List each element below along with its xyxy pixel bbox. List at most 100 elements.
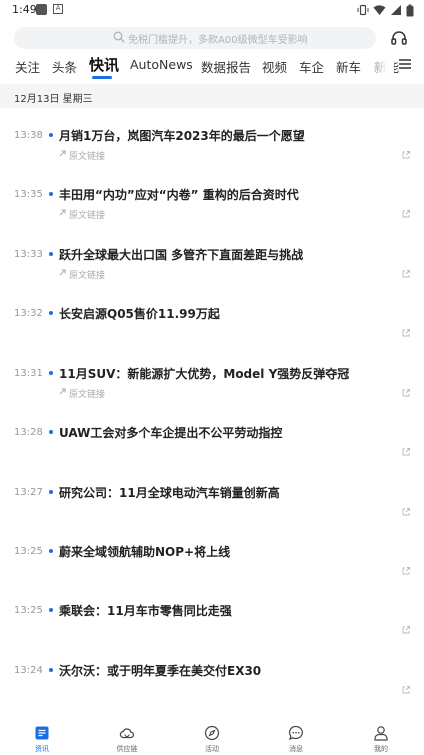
source-link[interactable]: 原文链接 bbox=[69, 149, 105, 162]
nav-label: 供应链 bbox=[116, 745, 138, 753]
system-icons bbox=[357, 3, 414, 17]
wifi-icon bbox=[373, 5, 386, 16]
news-item[interactable]: 13:25 蔚来全域领航辅助NOP+将上线 bbox=[0, 541, 424, 600]
notification-icon bbox=[36, 4, 47, 15]
nav-news[interactable]: 资讯 bbox=[12, 724, 72, 755]
search-placeholder: 免税门槛提升，多款A00级微型车受影响 bbox=[128, 35, 308, 46]
share-icon[interactable] bbox=[402, 329, 410, 337]
signal-icon bbox=[391, 5, 401, 15]
news-time: 13:25 bbox=[14, 546, 43, 557]
link-icon bbox=[59, 150, 66, 157]
nav-label: 我的 bbox=[374, 745, 388, 753]
tab-follow[interactable]: 关注 bbox=[15, 57, 40, 76]
status-time: 1:49 bbox=[12, 3, 37, 16]
news-item[interactable]: 13:27 研究公司：11月全球电动汽车销量创新高 bbox=[0, 482, 424, 541]
share-icon[interactable] bbox=[402, 448, 410, 456]
tab-data-report[interactable]: 数据报告 bbox=[201, 57, 251, 76]
cloud-icon bbox=[119, 728, 135, 739]
news-title[interactable]: 丰田用“内功”应对“内卷” 重构的后合资时代 bbox=[59, 186, 299, 203]
timeline-dot bbox=[49, 490, 53, 494]
active-tab-indicator bbox=[92, 76, 112, 79]
headset-icon[interactable] bbox=[390, 29, 408, 47]
news-time: 13:28 bbox=[14, 427, 43, 438]
news-title[interactable]: 研究公司：11月全球电动汽车销量创新高 bbox=[59, 484, 280, 501]
nav-label: 活动 bbox=[205, 745, 219, 753]
battery-icon bbox=[406, 4, 414, 16]
news-title[interactable]: 沃尔沃：或于明年夏季在美交付EX30 bbox=[59, 662, 261, 679]
news-time: 13:35 bbox=[14, 189, 43, 200]
news-title[interactable]: 蔚来全域领航辅助NOP+将上线 bbox=[59, 543, 230, 560]
timeline-dot bbox=[49, 371, 53, 375]
search-icon bbox=[113, 31, 125, 43]
tabs-fade-overlay bbox=[360, 52, 394, 78]
tab-autonews[interactable]: AutoNews bbox=[130, 57, 193, 72]
share-icon[interactable] bbox=[402, 567, 410, 575]
news-time: 13:38 bbox=[14, 130, 43, 141]
timeline-dot bbox=[49, 608, 53, 612]
share-icon[interactable] bbox=[402, 389, 410, 397]
news-item[interactable]: 13:28 UAW工会对多个车企提出不公平劳动指控 bbox=[0, 422, 424, 481]
share-icon[interactable] bbox=[402, 151, 410, 159]
menu-icon[interactable] bbox=[398, 58, 412, 70]
timeline-dot bbox=[49, 192, 53, 196]
vibrate-icon bbox=[357, 4, 369, 16]
news-item[interactable]: 13:24 沃尔沃：或于明年夏季在美交付EX30 bbox=[0, 660, 424, 719]
nav-label: 资讯 bbox=[35, 745, 49, 753]
search-bar[interactable]: 免税门槛提升，多款A00级微型车受影响 bbox=[14, 27, 376, 49]
status-bar: 1:49 A bbox=[0, 0, 424, 22]
share-icon[interactable] bbox=[402, 210, 410, 218]
share-icon[interactable] bbox=[402, 270, 410, 278]
profile-icon bbox=[374, 726, 388, 741]
nav-messages[interactable]: 消息 bbox=[266, 724, 326, 755]
news-item[interactable]: 13:31 11月SUV：新能源扩大优势，Model Y强势反弹夺冠 原文链接 bbox=[0, 363, 424, 422]
date-text: 12月13日 星期三 bbox=[14, 94, 93, 105]
news-icon bbox=[35, 726, 49, 740]
nav-label: 消息 bbox=[289, 745, 303, 753]
timeline-dot bbox=[49, 133, 53, 137]
news-time: 13:33 bbox=[14, 249, 43, 260]
compass-icon bbox=[204, 725, 220, 741]
source-link[interactable]: 原文链接 bbox=[69, 268, 105, 281]
tab-video[interactable]: 视频 bbox=[262, 57, 287, 76]
tab-headlines[interactable]: 头条 bbox=[52, 57, 77, 76]
bottom-navigation: 资讯 供应链 活动 消息 我的 bbox=[0, 720, 424, 755]
link-icon bbox=[59, 209, 66, 216]
news-item[interactable]: 13:32 长安启源Q05售价11.99万起 bbox=[0, 303, 424, 362]
source-link[interactable]: 原文链接 bbox=[69, 208, 105, 221]
news-title[interactable]: 跃升全球最大出口国 多管齐下直面差距与挑战 bbox=[59, 246, 303, 263]
news-title[interactable]: UAW工会对多个车企提出不公平劳动指控 bbox=[59, 424, 282, 441]
source-link[interactable]: 原文链接 bbox=[69, 387, 105, 400]
news-item[interactable]: 13:25 乘联会：11月车市零售同比走强 bbox=[0, 600, 424, 659]
nav-profile[interactable]: 我的 bbox=[351, 724, 411, 755]
category-tabs: 关注 头条 快讯 AutoNews 数据报告 视频 车企 新车 新能 bbox=[0, 52, 424, 79]
nav-events[interactable]: 活动 bbox=[182, 724, 242, 755]
share-icon[interactable] bbox=[402, 626, 410, 634]
app-notification-icon: A bbox=[53, 4, 63, 14]
timeline-dot bbox=[49, 430, 53, 434]
share-icon[interactable] bbox=[402, 686, 410, 694]
news-time: 13:24 bbox=[14, 665, 43, 676]
news-title[interactable]: 11月SUV：新能源扩大优势，Model Y强势反弹夺冠 bbox=[59, 365, 349, 382]
news-item[interactable]: 13:33 跃升全球最大出口国 多管齐下直面差距与挑战 原文链接 bbox=[0, 244, 424, 303]
news-title[interactable]: 长安启源Q05售价11.99万起 bbox=[59, 305, 220, 322]
news-item[interactable]: 13:38 月销1万台，岚图汽车2023年的最后一个愿望 原文链接 bbox=[0, 125, 424, 184]
tab-new-cars[interactable]: 新车 bbox=[336, 57, 361, 76]
timeline-dot bbox=[49, 252, 53, 256]
nav-supply-chain[interactable]: 供应链 bbox=[97, 724, 157, 755]
link-icon bbox=[59, 388, 66, 395]
news-time: 13:32 bbox=[14, 308, 43, 319]
message-icon bbox=[289, 725, 303, 741]
tab-automakers[interactable]: 车企 bbox=[299, 57, 324, 76]
link-icon bbox=[59, 269, 66, 276]
news-time: 13:27 bbox=[14, 487, 43, 498]
timeline-dot bbox=[49, 549, 53, 553]
timeline-dot bbox=[49, 668, 53, 672]
share-icon[interactable] bbox=[402, 508, 410, 516]
news-item[interactable]: 13:35 丰田用“内功”应对“内卷” 重构的后合资时代 原文链接 bbox=[0, 184, 424, 243]
news-time: 13:25 bbox=[14, 605, 43, 616]
tab-flash-news[interactable]: 快讯 bbox=[89, 54, 119, 75]
date-header: 12月13日 星期三 bbox=[0, 84, 424, 108]
news-time: 13:31 bbox=[14, 368, 43, 379]
news-title[interactable]: 月销1万台，岚图汽车2023年的最后一个愿望 bbox=[59, 127, 305, 144]
news-title[interactable]: 乘联会：11月车市零售同比走强 bbox=[59, 602, 232, 619]
